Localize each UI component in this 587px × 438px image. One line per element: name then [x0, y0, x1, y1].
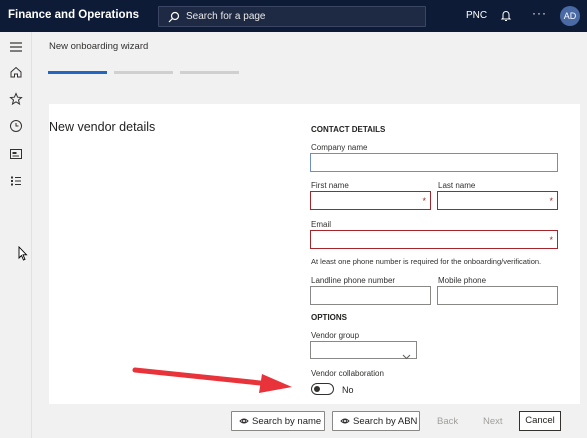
cancel-button[interactable]: Cancel — [519, 411, 561, 431]
mobile-phone-field[interactable] — [437, 286, 558, 305]
vendor-details-panel: New vendor details CONTACT DETAILS Compa… — [49, 104, 580, 404]
phone-requirement-info: At least one phone number is required fo… — [311, 257, 542, 266]
mouse-cursor-icon — [18, 245, 28, 266]
first-name-field[interactable]: * — [310, 191, 431, 210]
toggle-knob — [314, 386, 320, 392]
eye-icon — [239, 416, 249, 429]
red-arrow-annotation — [130, 365, 300, 400]
search-box[interactable]: Search for a page — [158, 6, 426, 27]
next-button[interactable]: Next — [483, 416, 503, 427]
email-field[interactable]: * — [310, 230, 558, 249]
workspace-icon[interactable] — [8, 146, 24, 162]
landline-label: Landline phone number — [311, 276, 396, 285]
bell-icon[interactable] — [500, 9, 512, 27]
vendor-collaboration-label: Vendor collaboration — [311, 369, 384, 378]
company-name-field[interactable] — [310, 153, 558, 172]
more-options-icon[interactable]: ··· — [532, 6, 547, 20]
first-name-label: First name — [311, 181, 349, 190]
avatar[interactable]: AD — [560, 6, 580, 26]
wizard-header: New onboarding wizard — [32, 32, 587, 100]
star-icon[interactable] — [8, 91, 24, 107]
company-picker[interactable]: PNC — [466, 10, 487, 21]
search-icon — [168, 10, 180, 28]
hamburger-icon[interactable] — [8, 39, 24, 55]
home-icon[interactable] — [8, 64, 24, 80]
required-marker: * — [549, 235, 553, 245]
landline-phone-field[interactable] — [310, 286, 431, 305]
vendor-collaboration-state: No — [342, 385, 354, 395]
page-title: New vendor details — [49, 120, 156, 134]
back-button[interactable]: Back — [437, 416, 458, 427]
wizard-step-3 — [180, 71, 239, 74]
clock-icon[interactable] — [8, 118, 24, 134]
search-by-abn-button[interactable]: Search by ABN — [332, 411, 420, 431]
search-by-abn-label: Search by ABN — [353, 416, 418, 427]
search-by-name-label: Search by name — [252, 416, 322, 427]
search-by-name-button[interactable]: Search by name — [231, 411, 325, 431]
contact-details-heading: CONTACT DETAILS — [311, 125, 386, 134]
wizard-step-1 — [48, 71, 107, 74]
last-name-field[interactable]: * — [437, 191, 558, 210]
mobile-label: Mobile phone — [438, 276, 487, 285]
search-placeholder: Search for a page — [186, 11, 266, 22]
eye-icon — [340, 416, 350, 429]
required-marker: * — [549, 196, 553, 206]
company-name-label: Company name — [311, 143, 368, 152]
vendor-group-dropdown[interactable] — [310, 341, 417, 360]
last-name-label: Last name — [438, 181, 476, 190]
wizard-step-2 — [114, 71, 173, 74]
vendor-collaboration-toggle[interactable] — [311, 383, 334, 395]
app-title[interactable]: Finance and Operations — [8, 9, 139, 21]
required-marker: * — [422, 196, 426, 206]
chevron-down-icon — [402, 347, 411, 365]
wizard-title: New onboarding wizard — [49, 41, 149, 52]
options-heading: OPTIONS — [311, 313, 348, 322]
email-label: Email — [311, 220, 332, 229]
navigation-sidebar — [0, 32, 32, 438]
list-icon[interactable] — [8, 173, 24, 189]
vendor-group-label: Vendor group — [311, 331, 360, 340]
top-navigation-bar: Finance and Operations Search for a page… — [0, 0, 587, 32]
